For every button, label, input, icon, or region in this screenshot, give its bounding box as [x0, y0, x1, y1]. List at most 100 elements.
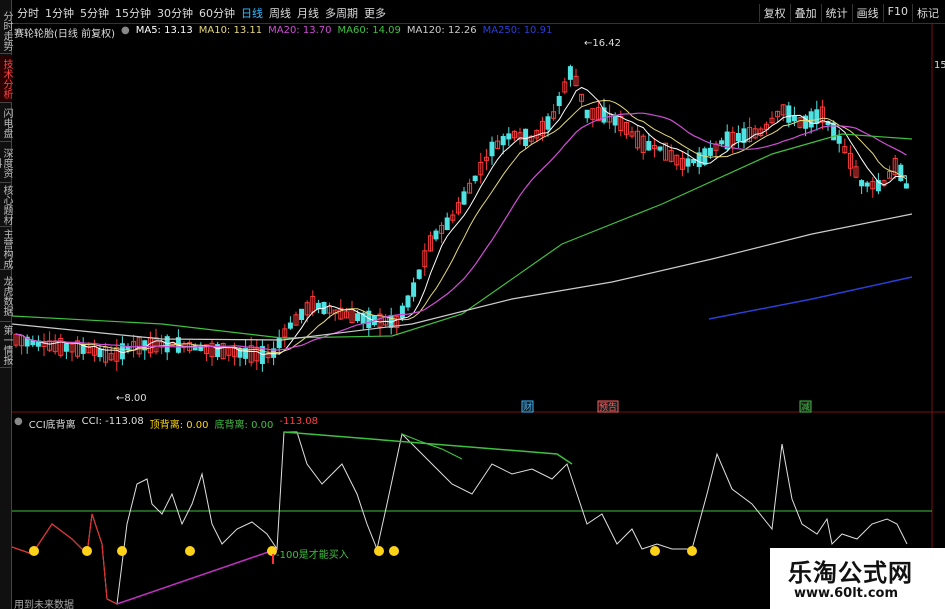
candle-body [808, 111, 814, 128]
watermark-url: www.60lt.com [794, 586, 899, 601]
candle-body [657, 146, 663, 151]
period-tab[interactable]: 多周期 [322, 5, 361, 21]
period-selector: 分时 1分钟 5分钟 15分钟 30分钟 60分钟 日线 周线 月线 多周期 更多 [14, 5, 389, 21]
top-divergence-curve [401, 433, 463, 460]
side-tab[interactable]: 第一情报 [0, 322, 12, 368]
smiley-icon [117, 546, 127, 556]
ma-legend-entry: MA120: 12.26 [406, 25, 477, 36]
candle-body [405, 295, 411, 308]
toolbar-button[interactable]: 复权 [758, 4, 790, 22]
candle-body [97, 348, 103, 358]
cci-legend-entry: 底背离: 0.00 [214, 420, 274, 431]
cci-annotation: -100是才能买入 [276, 548, 349, 561]
ma60-line [12, 133, 913, 339]
period-tab[interactable]: 15分钟 [112, 5, 154, 21]
event-marker-label: 减 [801, 401, 810, 413]
settings-icon[interactable]: ● [121, 25, 130, 40]
ma-legend-entry: MA250: 10.91 [482, 25, 553, 36]
high-price-label: ←16.42 [584, 38, 621, 49]
top-toolbar: 分时 1分钟 5分钟 15分钟 30分钟 60分钟 日线 周线 月线 多周期 更多 复权 叠加 统计 画线… [0, 0, 945, 24]
candle-body [612, 115, 618, 126]
smiley-icon [650, 546, 660, 556]
toolbar-button[interactable]: 标记 [912, 4, 943, 22]
toolbar-button[interactable]: 画线 [851, 4, 883, 22]
cci-legend-entry: CCI: -113.08 [81, 416, 144, 427]
side-tab[interactable]: 技术分析 [0, 55, 12, 103]
toolbar-button[interactable]: 统计 [820, 4, 852, 22]
event-marker-label: 预告 [599, 401, 617, 413]
candle-body [864, 182, 870, 187]
candle-body [859, 180, 865, 187]
candle-body [506, 133, 512, 140]
period-tab[interactable]: 1分钟 [42, 5, 77, 21]
cci-footer-text: 用到未来数据 [14, 600, 74, 609]
candle-body [416, 269, 422, 279]
candle-body [63, 343, 69, 352]
candle-body [898, 164, 904, 181]
ma-legend-entry: MA5: 13.13 [135, 25, 193, 36]
candle-body [461, 191, 467, 205]
ma250-line [708, 276, 913, 320]
candle-body [814, 109, 820, 124]
toolbar-button[interactable]: F10 [882, 4, 912, 22]
candle-body [523, 128, 529, 147]
candle-body [685, 158, 691, 167]
candle-body [472, 175, 478, 182]
candle-body [489, 141, 495, 157]
side-tab[interactable]: 分时走势 [0, 8, 12, 54]
side-tab[interactable]: 核心题材 [0, 183, 12, 227]
cci-panel-name: CCI底背离 [28, 420, 76, 431]
period-tab[interactable]: 60分钟 [196, 5, 238, 21]
toolbar-button[interactable]: 叠加 [789, 4, 821, 22]
right-axis-tick: 15 [934, 60, 945, 71]
candle-body [836, 135, 842, 144]
candle-body [299, 308, 305, 321]
candle-body [500, 136, 506, 146]
cci-oversold-segment [12, 513, 118, 605]
ma-legend-entry: MA60: 14.09 [337, 25, 401, 36]
candle-body [735, 133, 741, 142]
cci-panel-icon[interactable]: ● [14, 416, 23, 431]
main-chart-info-line: 赛轮轮胎(日线 前复权) ● MA5: 13.13 MA10: 13.11 MA20… [14, 25, 552, 40]
period-tab[interactable]: 5分钟 [77, 5, 112, 21]
stock-title: 赛轮轮胎(日线 前复权) [14, 29, 115, 40]
candle-body [444, 217, 450, 231]
period-tab[interactable]: 更多 [361, 5, 389, 21]
watermark-title: 乐淘公式网 [788, 559, 913, 587]
top-divergence-line [283, 431, 573, 465]
candle-body [433, 230, 439, 240]
smiley-icon [374, 546, 384, 556]
cci-legend-entry: 顶背离: 0.00 [149, 420, 209, 431]
candle-body [30, 340, 36, 346]
smiley-icon [82, 546, 92, 556]
watermark-logo: 乐淘公式网 www.60lt.com [770, 548, 945, 609]
smiley-icon [687, 546, 697, 556]
candle-body [399, 305, 405, 319]
side-tab[interactable]: 闪电盘 [0, 104, 12, 142]
chart-area[interactable]: ←16.42 ←8.00 15 财 预告 减 -100是才能买入 [12, 24, 945, 609]
period-tab[interactable]: 日线 [238, 5, 266, 21]
candle-body [791, 115, 797, 122]
candle-body [903, 183, 909, 189]
side-tab[interactable]: 龙虎数据 [0, 270, 12, 322]
side-tab[interactable]: 深度资料 [0, 143, 12, 183]
bottom-divergence-line [116, 548, 278, 605]
smiley-icon [29, 546, 39, 556]
period-tab[interactable]: 月线 [294, 5, 322, 21]
candle-body [691, 158, 697, 164]
ma-legend-entry: MA10: 13.11 [198, 25, 263, 36]
candle-body [411, 282, 417, 297]
candle-body [355, 313, 361, 322]
candle-body [786, 105, 792, 123]
period-tab[interactable]: 分时 [14, 5, 42, 21]
cci-legend-entry: -113.08 [279, 416, 318, 427]
side-tab[interactable]: 主营构成 [0, 228, 12, 270]
period-tab[interactable]: 周线 [266, 5, 294, 21]
side-tab-bar: 分时走势技术分析闪电盘深度资料核心题材主营构成龙虎数据第一情报 [0, 0, 12, 609]
low-price-label: ←8.00 [116, 393, 147, 404]
cci-info-line: ● CCI底背离 CCI: -113.08 顶背离: 0.00 底背离: 0.00-… [14, 416, 318, 431]
ma-legend-entry: MA20: 13.70 [268, 25, 332, 36]
period-tab[interactable]: 30分钟 [154, 5, 196, 21]
event-marker-label: 财 [523, 401, 532, 413]
candle-body [719, 140, 725, 145]
